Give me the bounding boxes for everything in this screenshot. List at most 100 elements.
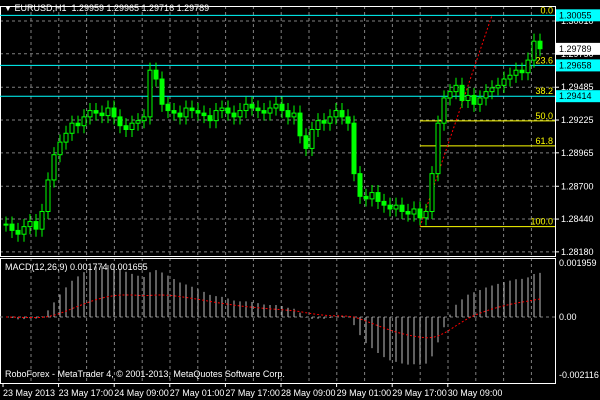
price-chart[interactable]: 1.300101.297501.294851.292251.289651.287… — [0, 0, 600, 400]
candle-body — [261, 110, 267, 114]
candle-body — [249, 103, 255, 109]
fibo-level-label: 23.6 — [535, 55, 553, 65]
candle-body — [411, 208, 417, 215]
candle-body — [459, 84, 465, 101]
candle-body — [243, 103, 249, 112]
candle-body — [405, 210, 411, 215]
macd-tick-label: 0.00 — [559, 312, 577, 322]
candle-body — [291, 112, 297, 118]
candle-body — [453, 84, 459, 93]
fibo-level-label: 50.0 — [535, 111, 553, 121]
candle-body — [69, 122, 75, 134]
candle-body — [435, 122, 441, 175]
candle-body — [483, 91, 489, 99]
footer-copyright: RoboForex - MetaTrader 4, © 2001-2013, M… — [5, 369, 285, 379]
symbol-header: ▼ EURUSD,H1 1.29959 1.29965 1.29716 1.29… — [4, 3, 209, 14]
collapse-triangle-icon[interactable]: ▼ — [4, 4, 12, 13]
fibo-level-label: 100.0 — [530, 217, 553, 227]
candle-body — [237, 110, 243, 118]
candle-body — [231, 112, 237, 118]
candle-body — [309, 128, 315, 149]
symbol-label: EURUSD,H1 — [14, 3, 67, 13]
candle-body — [519, 69, 525, 74]
candle-body — [477, 97, 483, 105]
time-label: 30 May 09:00 — [448, 388, 503, 398]
candle-body — [9, 223, 15, 231]
candle-body — [351, 122, 357, 175]
candle-body — [267, 107, 273, 114]
price-tick-label: 1.29225 — [561, 115, 594, 125]
candle-body — [297, 112, 303, 137]
candle-body — [279, 103, 285, 112]
candle-body — [429, 173, 435, 212]
candle-body — [135, 120, 141, 124]
candle-body — [345, 116, 351, 124]
candle-body — [45, 179, 51, 212]
fibo-level-label: 61.8 — [535, 136, 553, 146]
ohlc-values: 1.29959 1.29965 1.29716 1.29789 — [71, 3, 210, 13]
price-tick-label: 1.28700 — [561, 181, 594, 191]
candle-body — [141, 116, 147, 122]
candle-body — [165, 103, 171, 112]
candle-body — [423, 210, 429, 219]
candle-body — [21, 226, 27, 235]
time-label: 24 May 09:00 — [114, 388, 169, 398]
candle-body — [369, 192, 375, 200]
candle-body — [363, 195, 369, 200]
candle-body — [525, 59, 531, 74]
candle-body — [15, 229, 21, 235]
candle-body — [57, 141, 63, 156]
candle-body — [303, 135, 309, 149]
candle-body — [225, 107, 231, 114]
time-label: 27 May 17:00 — [225, 388, 280, 398]
candle-body — [195, 110, 201, 114]
fibo-level-label: 38.2 — [535, 86, 553, 96]
candle-body — [381, 200, 387, 206]
candle-body — [99, 112, 105, 117]
candle-body — [123, 125, 129, 130]
price-tag-label: 1.29789 — [559, 44, 592, 54]
time-label: 28 May 09:00 — [281, 388, 336, 398]
fibo-level-label: 0.0 — [540, 5, 553, 15]
candle-body — [501, 78, 507, 86]
candle-body — [81, 116, 87, 127]
candle-body — [105, 107, 111, 117]
candle-body — [255, 107, 261, 112]
price-tick-label: 1.28180 — [561, 247, 594, 257]
candle-body — [27, 221, 33, 228]
candle-body — [87, 110, 93, 118]
candle-body — [507, 74, 513, 80]
candle-body — [147, 69, 153, 118]
candle-body — [315, 120, 321, 130]
candle-body — [273, 103, 279, 109]
candle-body — [399, 204, 405, 212]
candle-body — [465, 94, 471, 101]
candle-body — [3, 223, 9, 226]
macd-tick-label: 0.001959 — [559, 258, 597, 268]
candle-body — [33, 221, 39, 230]
time-label: 23 May 17:00 — [59, 388, 114, 398]
candle-body — [417, 208, 423, 219]
candle-body — [387, 204, 393, 210]
candle-body — [339, 110, 345, 118]
price-tag-label: 1.30055 — [559, 10, 592, 20]
candle-body — [153, 69, 159, 80]
macd-tick-label: -0.002116 — [559, 370, 599, 380]
candle-body — [39, 210, 45, 230]
candle-body — [171, 110, 177, 114]
macd-label: MACD(12,26,9) 0.001774 0.001655 — [5, 262, 148, 272]
price-tick-label: 1.28965 — [561, 148, 594, 158]
candle-body — [75, 122, 81, 127]
candle-body — [189, 107, 195, 112]
candle-body — [357, 173, 363, 197]
candle-body — [63, 132, 69, 143]
candle-body — [327, 116, 333, 124]
candle-body — [447, 91, 453, 99]
time-label: 27 May 01:00 — [170, 388, 225, 398]
candle-body — [375, 192, 381, 202]
candle-body — [285, 110, 291, 118]
candle-body — [489, 87, 495, 93]
time-label: 29 May 17:00 — [392, 388, 447, 398]
candle-body — [537, 40, 543, 50]
candle-body — [531, 40, 537, 61]
